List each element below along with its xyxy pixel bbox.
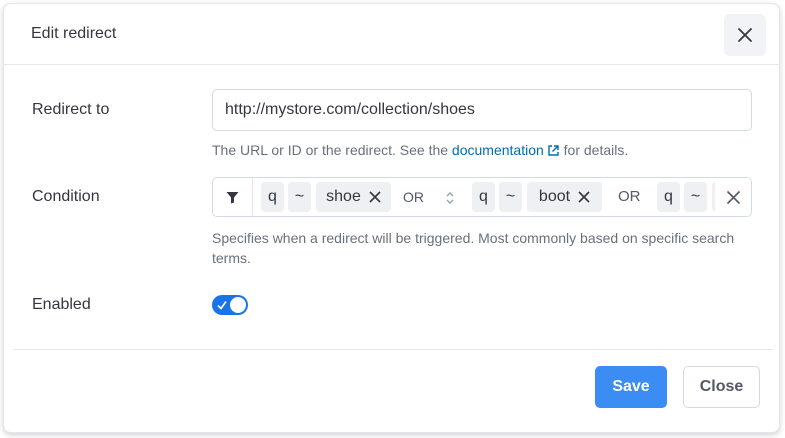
close-icon	[738, 28, 752, 42]
documentation-link-label: documentation	[451, 142, 544, 158]
check-icon	[217, 301, 227, 310]
condition-help-text: Specifies when a redirect will be trigge…	[212, 230, 735, 266]
redirect-help-suffix: for details.	[559, 142, 629, 158]
enabled-label: Enabled	[32, 296, 91, 313]
chevron-up-down-icon	[446, 192, 454, 204]
redirect-url-input[interactable]: http://mystore.com/collection/shoes	[212, 89, 752, 131]
clause-value: boot	[538, 188, 571, 205]
or-connector: OR	[403, 189, 424, 205]
condition-label: Condition	[32, 188, 100, 205]
dialog-close-button[interactable]	[724, 14, 766, 56]
clause-value-chip[interactable]: boot	[527, 182, 602, 212]
documentation-link[interactable]: documentation	[452, 142, 560, 158]
or-connector: OR	[618, 188, 641, 205]
clear-condition-button[interactable]	[715, 178, 751, 216]
clause-field-chip[interactable]: q	[472, 182, 495, 212]
clause-field-chip[interactable]: q	[657, 182, 680, 212]
edit-redirect-dialog: Edit redirect Redirect to http://mystore…	[3, 3, 780, 433]
footer-divider	[13, 349, 773, 350]
enabled-toggle[interactable]	[212, 295, 248, 315]
remove-clause-button[interactable]	[578, 191, 590, 203]
dialog-title: Edit redirect	[31, 25, 117, 42]
redirect-url-value: http://mystore.com/collection/shoes	[225, 101, 475, 118]
reorder-handle[interactable]	[445, 190, 455, 211]
close-icon	[726, 190, 740, 204]
save-button[interactable]: Save	[595, 366, 667, 408]
clause-operator-chip[interactable]: ~	[684, 182, 707, 212]
condition-builder[interactable]: q ~ shoe OR q ~ boot OR q ~	[212, 177, 752, 217]
redirect-to-label: Redirect to	[32, 101, 110, 118]
clause-value-chip[interactable]: shoe	[316, 182, 391, 212]
filter-button[interactable]	[213, 178, 253, 216]
close-icon	[578, 191, 590, 203]
redirect-help-text: The URL or ID or the redirect. See the d…	[212, 140, 628, 160]
redirect-help-prefix: The URL or ID or the redirect. See the	[212, 142, 452, 158]
close-button[interactable]: Close	[683, 366, 760, 408]
filter-icon	[226, 191, 239, 203]
clause-value: shoe	[326, 188, 361, 205]
dialog-header: Edit redirect	[4, 4, 779, 65]
clause-operator-chip[interactable]: ~	[499, 182, 522, 212]
clause-field-chip[interactable]: q	[261, 182, 284, 212]
remove-clause-button[interactable]	[369, 191, 381, 203]
clause-operator-chip[interactable]: ~	[288, 182, 311, 212]
external-link-icon	[548, 145, 559, 156]
toggle-knob	[230, 297, 246, 313]
close-icon	[369, 191, 381, 203]
